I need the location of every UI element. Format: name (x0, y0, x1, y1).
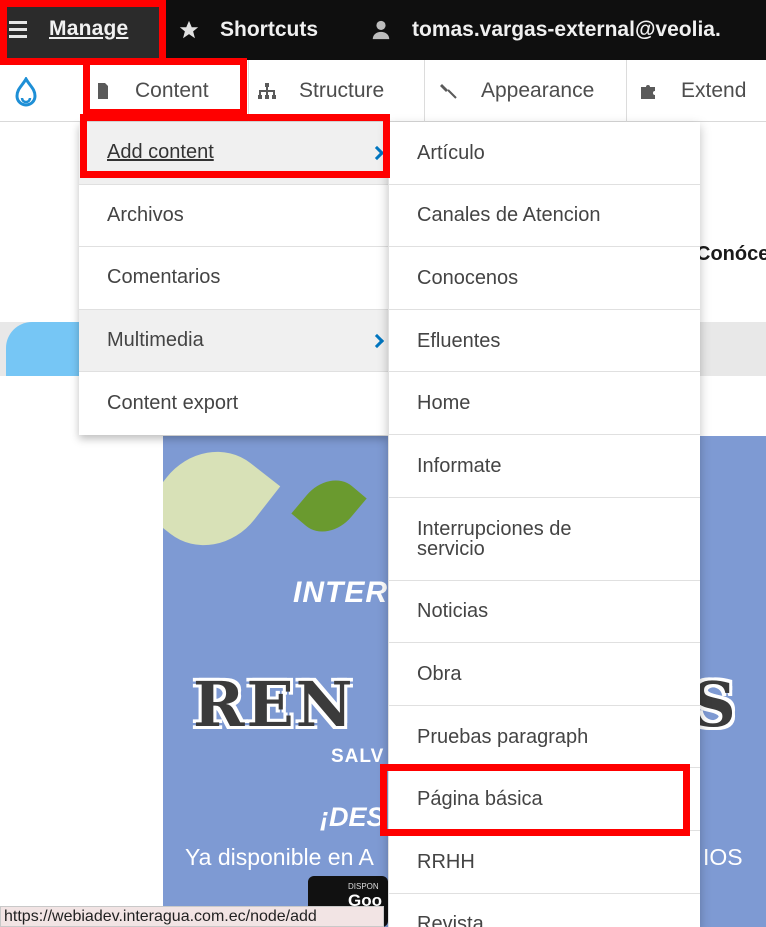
submenu-item-label: Interrupciones de servicio (417, 517, 572, 560)
status-bar-url: https://webiadev.interagua.com.ec/node/a… (0, 906, 384, 927)
submenu-item-label: Efluentes (417, 329, 501, 352)
puzzle-icon (641, 85, 655, 99)
content-menu: Add content Archivos Comentarios Multime… (79, 122, 388, 435)
leaf-decoration (291, 467, 367, 545)
menu-item-comentarios[interactable]: Comentarios (79, 247, 388, 310)
paintbrush-icon (440, 84, 457, 99)
banner-availability: Ya disponible en A (185, 844, 374, 870)
user-label: tomas.vargas-external@veolia. (412, 18, 721, 41)
user-icon (372, 20, 390, 40)
shortcuts-tab[interactable]: Shortcuts (178, 0, 318, 60)
submenu-item-obra[interactable]: Obra (389, 643, 700, 706)
tab-content-label: Content (135, 79, 209, 102)
chevron-right-icon (369, 333, 385, 348)
submenu-item-noticias[interactable]: Noticias (389, 581, 700, 644)
submenu-item-rrhh[interactable]: RRHH (389, 831, 700, 894)
chevron-right-icon (369, 145, 385, 160)
banner-subtitle: SALV (331, 746, 385, 767)
submenu-item-label: Noticias (417, 600, 489, 623)
submenu-item-efluentes[interactable]: Efluentes (389, 310, 700, 373)
tab-extend-label: Extend (681, 79, 747, 102)
banner-brand-text: INTER (293, 576, 388, 609)
submenu-item-label: Informate (417, 454, 502, 477)
submenu-item-label: Conocenos (417, 266, 519, 289)
menu-item-add-content[interactable]: Add content (79, 122, 388, 185)
submenu-item-revista[interactable]: Revista (389, 894, 700, 927)
tab-appearance-label: Appearance (481, 79, 595, 102)
banner-tagline: ¡DES (320, 802, 385, 832)
submenu-item-interrupciones[interactable]: Interrupciones de servicio (389, 498, 700, 581)
drupal-logo-icon[interactable] (14, 77, 38, 107)
tab-structure[interactable]: Structure (248, 60, 424, 122)
add-content-submenu: Artículo Canales de Atencion Conocenos E… (388, 122, 700, 927)
submenu-item-articulo[interactable]: Artículo (389, 122, 700, 185)
submenu-item-informate[interactable]: Informate (389, 435, 700, 498)
tab-structure-label: Structure (299, 79, 385, 102)
menu-item-label: Multimedia (107, 329, 204, 352)
hamburger-icon (9, 21, 27, 39)
submenu-item-label: Pruebas paragraph (417, 725, 589, 748)
store-badge-small: DISPON (348, 882, 379, 891)
leaf-decoration (163, 436, 281, 570)
menu-item-label: Content export (107, 392, 239, 415)
submenu-item-canales[interactable]: Canales de Atencion (389, 185, 700, 248)
page-heading-fragment: Conóce (696, 243, 766, 265)
submenu-item-label: Página básica (417, 788, 543, 811)
manage-tab[interactable]: Manage (0, 0, 165, 60)
user-tab[interactable]: tomas.vargas-external@veolia. (370, 0, 721, 60)
menu-item-label: Add content (107, 141, 214, 164)
tab-extend[interactable]: Extend (626, 60, 766, 122)
submenu-item-pagina-basica[interactable]: Página básica (389, 768, 700, 831)
submenu-item-label: Home (417, 392, 471, 415)
shortcuts-label: Shortcuts (220, 18, 319, 41)
sitemap-icon (258, 83, 276, 99)
file-icon (98, 83, 108, 99)
banner-title-start: REN (193, 668, 355, 741)
admin-toolbar: Manage Shortcuts tomas.vargas-external@v… (0, 0, 766, 60)
manage-label: Manage (49, 17, 129, 40)
banner-ios: IOS (703, 844, 743, 870)
menu-item-label: Archivos (107, 203, 184, 226)
submenu-item-label: Artículo (417, 141, 485, 164)
submenu-item-label: Revista (417, 913, 484, 927)
submenu-item-pruebas-paragraph[interactable]: Pruebas paragraph (389, 706, 700, 769)
tab-content[interactable]: Content (79, 60, 248, 122)
submenu-item-label: Canales de Atencion (417, 204, 601, 227)
menu-item-label: Comentarios (107, 266, 221, 289)
submenu-item-home[interactable]: Home (389, 372, 700, 435)
submenu-item-label: Obra (417, 662, 462, 685)
star-icon (179, 20, 199, 39)
submenu-item-label: RRHH (417, 850, 475, 873)
menu-item-multimedia[interactable]: Multimedia (79, 309, 388, 373)
menu-item-archivos[interactable]: Archivos (79, 185, 388, 248)
tab-appearance[interactable]: Appearance (424, 60, 626, 122)
submenu-item-conocenos[interactable]: Conocenos (389, 247, 700, 310)
menu-item-content-export[interactable]: Content export (79, 372, 388, 435)
